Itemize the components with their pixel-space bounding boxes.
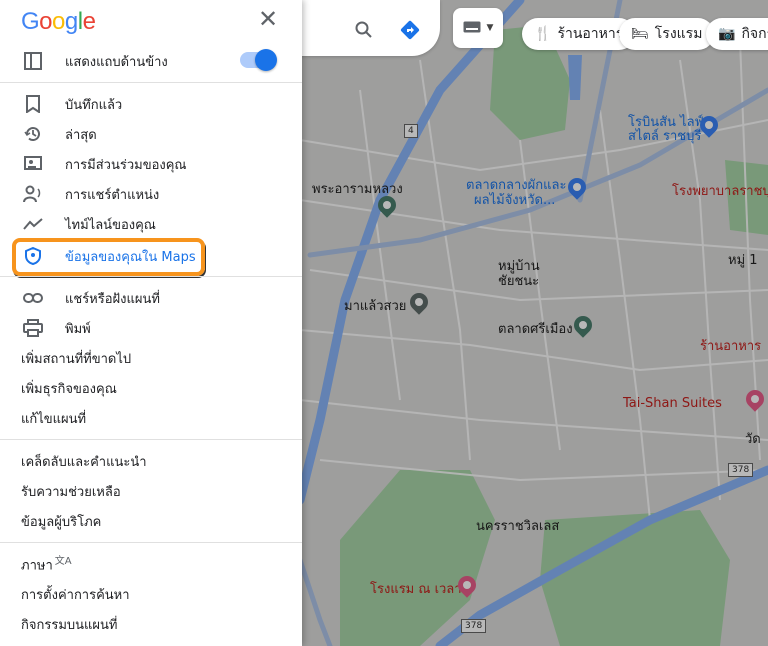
directions-icon[interactable] — [398, 18, 422, 42]
highlight-box — [12, 238, 205, 276]
chip-hotels[interactable]: 🛏 โรงแรม — [619, 18, 715, 50]
road-shield: 378 — [728, 463, 754, 477]
divider — [0, 82, 302, 83]
menu-item-get-help[interactable]: รับความช่วยเหลือ — [0, 476, 302, 506]
menu-item-label: ไทม์ไลน์ของคุณ — [65, 217, 156, 233]
menu-item-label: การมีส่วนร่วมของคุณ — [65, 157, 187, 173]
camera-icon: 📷 — [718, 26, 736, 42]
menu-item-print[interactable]: พิมพ์ — [0, 313, 302, 343]
side-menu: Google ✕ แสดงแถบด้านข้าง บันทึกแล้ว ล่าส… — [0, 0, 302, 646]
history-icon — [22, 123, 44, 145]
map-label[interactable]: Tai-Shan Suites — [623, 397, 722, 411]
keyboard-button[interactable]: ▼ — [453, 8, 503, 48]
map-label[interactable]: หมู่ 1 — [728, 254, 758, 268]
map-label[interactable]: ผลไม้จังหวัด... — [474, 194, 555, 208]
menu-item-label: พิมพ์ — [65, 321, 91, 337]
search-icon[interactable] — [352, 18, 376, 42]
sidebar-panel-icon — [22, 50, 44, 72]
map-label[interactable]: นครราชวิลเลส — [476, 520, 559, 534]
toggle-knob — [255, 49, 277, 71]
map-label[interactable]: สไตล์ ราชบุรี — [628, 130, 701, 144]
search-box[interactable] — [300, 0, 440, 56]
menu-item-label: เคล็ดลับและคำแนะนำ — [21, 454, 147, 470]
menu-item-label: แก้ไขแผนที่ — [21, 411, 87, 427]
print-icon — [22, 317, 44, 339]
show-sidebar-label: แสดงแถบด้านข้าง — [65, 54, 168, 70]
menu-item-search-settings[interactable]: การตั้งค่าการค้นหา — [0, 579, 302, 609]
menu-item-label-wrap: ภาษา 文A — [21, 552, 72, 575]
menu-item-contributions[interactable]: การมีส่วนร่วมของคุณ — [0, 149, 302, 179]
menu-item-map-activity[interactable]: กิจกรรมบนแผนที่ — [0, 609, 302, 639]
road-shield: 4 — [404, 124, 418, 138]
map-label[interactable]: โรงแรม ณ เวลา — [370, 583, 462, 597]
chip-label: โรงแรม — [654, 26, 703, 42]
menu-item-tips[interactable]: เคล็ดลับและคำแนะนำ — [0, 446, 302, 476]
divider — [0, 276, 302, 277]
menu-item-consumer-info[interactable]: ข้อมูลผู้บริโภค — [0, 506, 302, 536]
hotel-icon: 🛏 — [631, 26, 649, 42]
menu-item-label: ล่าสุด — [65, 127, 97, 143]
menu-item-label: ภาษา — [21, 558, 53, 574]
chip-label: กิจกร — [741, 26, 768, 42]
map-label[interactable]: โรบินสัน ไลฟ์ — [628, 116, 704, 130]
map-label[interactable]: วัด — [745, 433, 761, 447]
menu-item-label: กิจกรรมบนแผนที่ — [21, 617, 118, 633]
divider — [0, 439, 302, 440]
menu-item-timeline[interactable]: ไทม์ไลน์ของคุณ — [0, 209, 302, 239]
keyboard-icon — [463, 21, 481, 36]
menu-item-label: การแชร์ตำแหน่ง — [65, 187, 160, 203]
chip-label: ร้านอาหาร — [557, 26, 624, 42]
link-icon — [22, 287, 44, 309]
contributions-icon — [22, 153, 44, 175]
map-label[interactable]: ตลาดศรีเมือง — [498, 323, 573, 337]
menu-item-label: เพิ่มธุรกิจของคุณ — [21, 381, 117, 397]
menu-item-location-sharing[interactable]: การแชร์ตำแหน่ง — [0, 179, 302, 209]
menu-item-label: แชร์หรือฝังแผนที่ — [65, 291, 160, 307]
menu-item-label: การตั้งค่าการค้นหา — [21, 587, 130, 603]
menu-item-language[interactable]: ภาษา 文A — [0, 549, 302, 579]
menu-item-label: ข้อมูลผู้บริโภค — [21, 514, 102, 530]
divider — [0, 542, 302, 543]
map-label[interactable]: โรงพยาบาลราชบุรี — [672, 185, 768, 199]
menu-item-recent[interactable]: ล่าสุด — [0, 119, 302, 149]
google-logo: Google — [21, 8, 96, 35]
translate-icon: 文A — [54, 556, 72, 568]
restaurant-icon: 🍴 — [534, 26, 552, 42]
bookmark-icon — [22, 93, 44, 115]
chip-activities[interactable]: 📷 กิจกร — [706, 18, 768, 50]
menu-item-label: บันทึกแล้ว — [65, 97, 123, 113]
chevron-down-icon: ▼ — [486, 23, 494, 33]
menu-item-share-embed[interactable]: แชร์หรือฝังแผนที่ — [0, 283, 302, 313]
menu-item-edit-map[interactable]: แก้ไขแผนที่ — [0, 403, 302, 433]
map-label[interactable]: มาแล้วสวย — [344, 300, 406, 314]
menu-item-saved[interactable]: บันทึกแล้ว — [0, 89, 302, 119]
location-sharing-icon — [22, 183, 44, 205]
map-label[interactable]: ร้านอาหาร — [700, 340, 761, 354]
map-label[interactable]: ตลาดกลางผักและ — [466, 179, 566, 193]
menu-item-label: รับความช่วยเหลือ — [21, 484, 121, 500]
menu-item-add-business[interactable]: เพิ่มธุรกิจของคุณ — [0, 373, 302, 403]
map-label[interactable]: ชัยชนะ — [498, 275, 539, 289]
sidebar-toggle-switch[interactable] — [240, 49, 277, 71]
menu-item-add-missing-place[interactable]: เพิ่มสถานที่ที่ขาดไป — [0, 343, 302, 373]
menu-item-label: เพิ่มสถานที่ที่ขาดไป — [21, 351, 132, 367]
map-label[interactable]: หมู่บ้าน — [498, 260, 540, 274]
road-shield: 378 — [461, 619, 487, 633]
timeline-icon — [22, 213, 44, 235]
close-icon[interactable]: ✕ — [258, 7, 278, 31]
